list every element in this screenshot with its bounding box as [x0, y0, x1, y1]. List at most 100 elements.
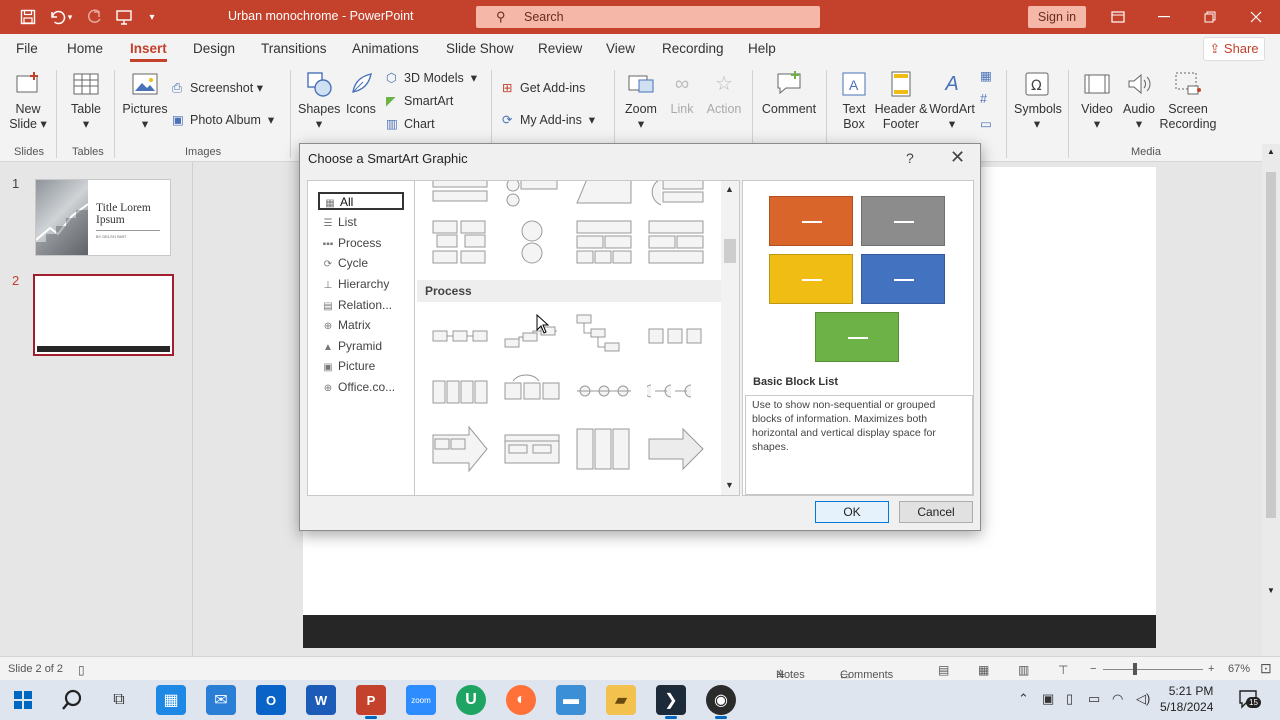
layout-thumbnail[interactable] — [575, 313, 633, 361]
upwork-app-icon[interactable]: U — [456, 685, 486, 715]
my-addins-button[interactable]: ⟳ My Add-ins ▾ — [502, 112, 595, 127]
file-explorer-icon[interactable]: ▰ — [606, 685, 636, 715]
store-app-icon[interactable]: ▦ — [156, 685, 186, 715]
category-matrix[interactable]: ⊕ Matrix — [318, 317, 404, 335]
zoom-in-icon[interactable]: + — [1208, 663, 1214, 675]
table-button[interactable]: Table ▾ — [66, 70, 106, 132]
ok-button[interactable]: OK — [815, 501, 889, 523]
action-button[interactable]: ☆ Action — [704, 70, 744, 117]
volume-icon[interactable]: ◁) — [1136, 691, 1150, 707]
date-time-icon[interactable]: ▦ — [980, 68, 992, 83]
screen-recording-button[interactable]: Screen Recording — [1158, 70, 1218, 132]
category-picture[interactable]: ▣ Picture — [318, 358, 404, 376]
zoom-out-icon[interactable]: − — [1090, 663, 1096, 675]
close-window-icon[interactable] — [1233, 0, 1279, 34]
zoom-button[interactable]: Zoom ▾ — [622, 70, 660, 132]
scroll-up-icon[interactable]: ▲ — [1267, 147, 1275, 156]
category-office-com[interactable]: ⊕ Office.co... — [318, 379, 404, 397]
layout-thumbnail[interactable] — [647, 313, 705, 361]
icons-button[interactable]: Icons — [342, 70, 380, 117]
category-cycle[interactable]: ⟳ Cycle — [318, 255, 404, 273]
layout-thumbnail[interactable] — [647, 425, 705, 473]
tab-recording[interactable]: Recording — [662, 41, 724, 56]
share-button[interactable]: ⇪ Share — [1203, 37, 1265, 61]
start-button[interactable] — [8, 685, 38, 715]
accessibility-icon[interactable]: ▯ — [78, 663, 85, 677]
category-relationship[interactable]: ▤ Relation... — [318, 297, 404, 315]
slide-thumbnail-2[interactable] — [33, 274, 174, 356]
layout-thumbnail[interactable] — [575, 369, 633, 417]
shapes-button[interactable]: Shapes ▾ — [298, 70, 340, 132]
close-dialog-icon[interactable]: ✕ — [950, 147, 965, 168]
slide-number-icon[interactable]: # — [980, 92, 987, 106]
save-icon[interactable] — [15, 0, 41, 34]
layout-thumbnail[interactable] — [431, 219, 489, 267]
category-all[interactable]: ▦ All — [318, 192, 404, 210]
layout-thumbnail[interactable] — [647, 219, 705, 267]
layout-thumbnail[interactable] — [431, 425, 489, 473]
tab-review[interactable]: Review — [538, 41, 582, 56]
header-footer-button[interactable]: Header & Footer — [874, 70, 928, 132]
link-button[interactable]: ∞ Link — [664, 70, 700, 117]
gallery-scroll-thumb[interactable] — [724, 239, 736, 263]
zoom-slider-knob[interactable] — [1133, 663, 1137, 675]
fit-to-window-icon[interactable]: ⊡ — [1260, 660, 1272, 677]
powerpoint-app-icon[interactable]: P — [356, 685, 386, 719]
object-icon[interactable]: ▭ — [980, 116, 992, 131]
tab-insert[interactable]: Insert — [130, 41, 167, 62]
category-pyramid[interactable]: ▲ Pyramid — [318, 338, 404, 356]
tab-file[interactable]: File — [16, 41, 38, 56]
canvas-vertical-scrollbar[interactable]: ▲ ▼ — [1262, 144, 1280, 656]
symbols-button[interactable]: Ω Symbols ▾ — [1014, 70, 1062, 132]
photo-album-button[interactable]: ▣ Photo Album ▾ — [172, 112, 274, 127]
chart-button[interactable]: ▥ Chart — [386, 116, 435, 131]
tab-view[interactable]: View — [606, 41, 635, 56]
notification-center-icon[interactable]: 15 — [1238, 689, 1261, 709]
help-icon[interactable]: ? — [906, 150, 914, 166]
category-hierarchy[interactable]: ⊥ Hierarchy — [318, 276, 404, 294]
sign-in-button[interactable]: Sign in — [1028, 6, 1086, 28]
word-app-icon[interactable]: W — [306, 685, 336, 715]
clock[interactable]: 5:21 PM 5/18/2024 — [1160, 683, 1213, 715]
minimize-icon[interactable] — [1141, 0, 1187, 34]
firefox-app-icon[interactable]: ◐ — [506, 685, 536, 715]
task-view-icon[interactable]: ⧉ — [104, 685, 134, 715]
screenshot-button[interactable]: ⎙ Screenshot ▾ — [172, 80, 263, 96]
pictures-button[interactable]: Pictures ▾ — [122, 70, 168, 132]
tab-home[interactable]: Home — [67, 41, 103, 56]
reading-view-icon[interactable]: ▥ — [1018, 663, 1029, 677]
layout-thumbnail[interactable] — [503, 369, 561, 417]
search-box[interactable]: ⚲ Search — [476, 6, 820, 28]
layout-thumbnail[interactable] — [431, 313, 489, 361]
obs-app-icon[interactable]: ◉ — [706, 685, 736, 719]
battery-icon[interactable]: ▭ — [1088, 691, 1100, 707]
tab-help[interactable]: Help — [748, 41, 776, 56]
text-box-button[interactable]: A Text Box — [834, 70, 874, 132]
tab-slide-show[interactable]: Slide Show — [446, 41, 514, 56]
customize-qat-icon[interactable]: ▾ — [139, 0, 165, 34]
zoom-slider-track[interactable] — [1103, 669, 1203, 670]
cancel-button[interactable]: Cancel — [899, 501, 973, 523]
undo-dropdown-icon[interactable]: ▾ — [63, 0, 77, 34]
taskbar-search-icon[interactable] — [57, 685, 87, 715]
layout-thumbnail[interactable] — [647, 369, 705, 417]
zoom-app-icon[interactable]: zoom — [406, 685, 436, 715]
slide-thumbnail-1[interactable]: Title Lorem Ipsum BY DELSH SMIT — [35, 179, 171, 256]
canvas-scroll-thumb[interactable] — [1266, 172, 1276, 518]
gallery-scroll-up-icon[interactable]: ▲ — [725, 184, 734, 194]
gallery-scroll-down-icon[interactable]: ▼ — [725, 480, 734, 490]
layout-thumbnail[interactable] — [575, 425, 633, 473]
outlook-app-icon[interactable]: O — [256, 685, 286, 715]
category-list-item[interactable]: ☰ List — [318, 214, 404, 232]
video-button[interactable]: Video ▾ — [1078, 70, 1116, 132]
ribbon-display-options-icon[interactable] — [1095, 0, 1141, 34]
tab-animations[interactable]: Animations — [352, 41, 419, 56]
wifi-icon[interactable]: ◠ — [1112, 691, 1123, 707]
remote-app-icon[interactable]: ▬ — [556, 685, 586, 715]
layout-thumbnail[interactable] — [575, 219, 633, 267]
present-from-beginning-icon[interactable] — [111, 0, 137, 34]
tab-design[interactable]: Design — [193, 41, 235, 56]
meet-now-icon[interactable]: ▣ — [1042, 691, 1054, 707]
get-addins-button[interactable]: ⊞ Get Add-ins — [502, 80, 585, 95]
layout-thumbnail[interactable] — [431, 369, 489, 417]
